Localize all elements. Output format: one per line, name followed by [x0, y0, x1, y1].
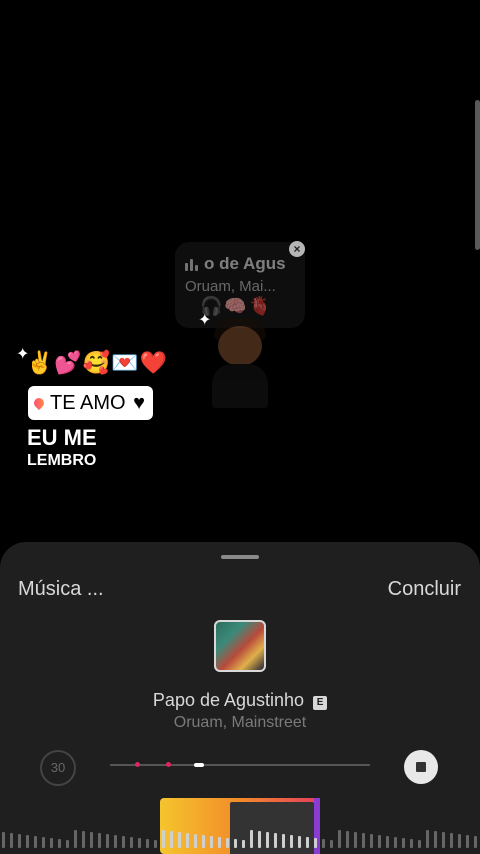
waveform-bar — [58, 839, 61, 848]
waveform-bar — [106, 834, 109, 848]
side-scrollbar — [475, 100, 480, 250]
stop-button[interactable] — [404, 750, 438, 784]
duration-button[interactable]: 30 — [40, 750, 76, 786]
waveform-bar — [26, 835, 29, 848]
waveform-bar — [42, 837, 45, 848]
waveform-bar — [50, 838, 53, 848]
waveform-bar — [258, 831, 261, 848]
waveform-bar — [218, 837, 221, 848]
waveform-bar — [178, 832, 181, 848]
audio-bars-icon — [185, 257, 198, 271]
waveform-bar — [330, 840, 333, 848]
waveform-bar — [450, 833, 453, 848]
waveform-bar — [250, 830, 253, 848]
waveform-bar — [466, 835, 469, 848]
track-position-marker — [194, 763, 204, 767]
waveform-bar — [418, 840, 421, 848]
lembro-text[interactable]: LEMBRO — [27, 452, 96, 470]
waveform-bar — [362, 833, 365, 848]
waveform-bar — [18, 834, 21, 848]
stop-icon — [416, 762, 426, 772]
song-title: Papo de Agustinho E — [0, 690, 480, 711]
waveform-bar — [434, 831, 437, 848]
waveform-bar — [290, 835, 293, 848]
waveform-bar — [2, 832, 5, 848]
waveform-bar — [74, 830, 77, 848]
waveform-bar — [354, 832, 357, 848]
song-title-text: Papo de Agustinho — [152, 690, 305, 710]
explicit-icon: E — [313, 696, 328, 710]
waveform-bar — [306, 837, 309, 848]
emoji-sticker[interactable]: ✌️💕🥰💌❤️ — [26, 350, 168, 376]
album-cover — [214, 620, 266, 672]
waveform-bar — [370, 834, 373, 848]
waveform-bar — [202, 835, 205, 848]
waveform-bar — [426, 830, 429, 848]
done-button[interactable]: Concluir — [388, 578, 461, 601]
song-artist: Oruam, Mainstreet — [173, 714, 307, 731]
waveform-bar — [186, 833, 189, 848]
waveform-bar — [394, 837, 397, 848]
waveform-bar — [162, 830, 165, 848]
waveform-bar — [210, 836, 213, 848]
waveform-bar — [346, 831, 349, 848]
waveform-bar — [322, 839, 325, 848]
waveform-bar — [274, 833, 277, 848]
waveform[interactable] — [0, 828, 480, 854]
close-icon[interactable]: × — [289, 241, 305, 257]
waveform-bar — [226, 838, 229, 848]
waveform-bar — [90, 832, 93, 848]
waveform-bar — [130, 837, 133, 848]
waveform-bar — [282, 834, 285, 848]
sticker-track-title: o de Agus — [204, 254, 286, 273]
waveform-bar — [114, 835, 117, 848]
track-marker — [166, 762, 171, 767]
waveform-bar — [242, 840, 245, 848]
waveform-bar — [314, 838, 317, 848]
clip-track[interactable] — [110, 762, 370, 767]
te-amo-sticker[interactable]: TE AMO ♥ — [28, 386, 153, 420]
waveform-bar — [122, 836, 125, 848]
waveform-bar — [154, 840, 157, 848]
waveform-bar — [442, 832, 445, 848]
avatar-face — [218, 326, 262, 366]
waveform-bar — [194, 834, 197, 848]
sheet-grabber[interactable] — [221, 555, 259, 559]
waveform-bar — [386, 836, 389, 848]
waveform-bar — [234, 839, 237, 848]
story-canvas[interactable]: o de Agus Oruam, Mai... × 🎧🧠🫀 ✦ ✦ ✌️💕🥰💌❤… — [0, 0, 480, 560]
waveform-bar — [146, 839, 149, 848]
waveform-bar — [34, 836, 37, 848]
te-amo-label: TE AMO — [50, 391, 126, 414]
waveform-bar — [66, 840, 69, 848]
avatar-sticker[interactable]: 🎧🧠🫀 — [200, 292, 280, 412]
waveform-bar — [170, 831, 173, 848]
waveform-bar — [82, 831, 85, 848]
waveform-bar — [98, 833, 101, 848]
sheet-title: Música ... — [18, 578, 104, 600]
waveform-bar — [402, 838, 405, 848]
waveform-bar — [458, 834, 461, 848]
waveform-bar — [266, 832, 269, 848]
waveform-bar — [10, 833, 13, 848]
waveform-bar — [410, 839, 413, 848]
waveform-bar — [378, 835, 381, 848]
avatar-body — [212, 364, 268, 408]
heart-icon: ♥ — [133, 391, 145, 414]
waveform-bar — [298, 836, 301, 848]
track-marker — [135, 762, 140, 767]
waveform-bar — [338, 830, 341, 848]
waveform-bar — [474, 836, 477, 848]
sparkle-icon: ✦ — [198, 312, 212, 329]
location-pin-icon — [31, 395, 47, 411]
waveform-bar — [138, 838, 141, 848]
music-bottom-sheet: Música ... Concluir Papo de Agustinho E … — [0, 542, 480, 854]
eu-me-text[interactable]: EU ME — [27, 427, 97, 449]
